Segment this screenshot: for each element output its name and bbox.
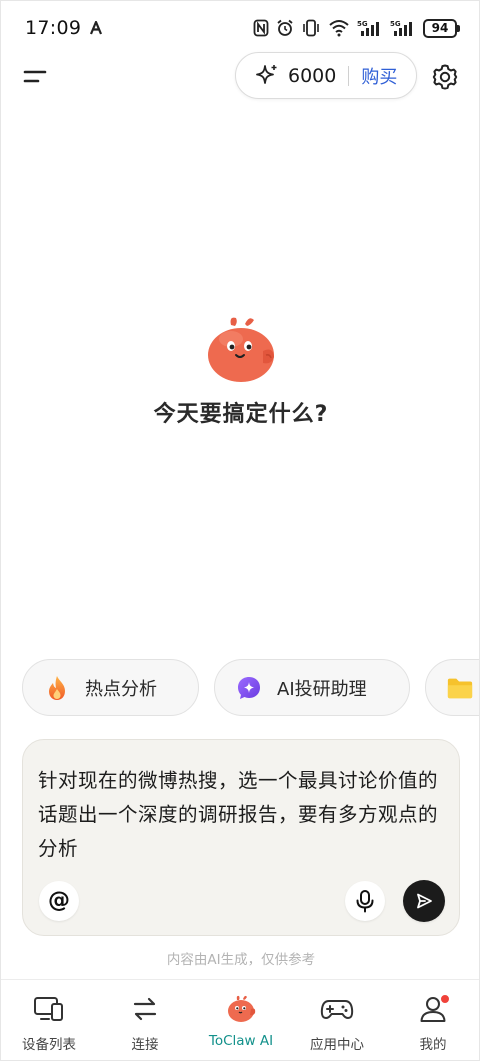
status-right: 5G 5G 94 — [253, 18, 460, 38]
wifi-icon — [328, 19, 350, 37]
app-notification-icon — [89, 21, 103, 35]
svg-text:5G: 5G — [357, 20, 368, 28]
at-icon: @ — [48, 888, 70, 913]
send-button[interactable] — [403, 880, 445, 922]
bottom-nav: 设备列表 连接 ToClaw AI 应用中心 我的 — [1, 979, 479, 1060]
status-time: 17:09 — [25, 17, 82, 39]
credits-pill[interactable]: 6000 购买 — [235, 52, 417, 99]
prompt-input-card: 针对现在的微博热搜，选一个最具讨论价值的话题出一个深度的调研报告，要有多方观点的… — [22, 739, 460, 936]
status-bar: 17:09 5G 5G 94 — [1, 1, 479, 55]
nav-app-center[interactable]: 应用中心 — [289, 994, 385, 1056]
nav-connect-label: 连接 — [131, 1037, 159, 1053]
nfc-icon — [253, 19, 269, 37]
hero-title: 今天要搞定什么? — [153, 402, 329, 427]
svg-text:5G: 5G — [390, 20, 401, 28]
chip-ai-research[interactable]: AI投研助理 — [214, 659, 410, 716]
credits-count: 6000 — [288, 64, 337, 87]
vibrate-icon — [301, 19, 321, 37]
settings-button[interactable] — [429, 61, 461, 93]
battery-indicator: 94 — [423, 18, 460, 38]
pill-divider — [348, 65, 350, 86]
signal-icon-sim2: 5G — [390, 19, 416, 37]
buy-button[interactable]: 购买 — [361, 63, 397, 89]
top-bar: 6000 购买 — [1, 51, 479, 101]
nav-devices-label: 设备列表 — [22, 1037, 76, 1053]
chip-ai-research-label: AI投研助理 — [277, 678, 367, 700]
prompt-input[interactable]: 针对现在的微博热搜，选一个最具讨论价值的话题出一个深度的调研报告，要有多方观点的… — [38, 764, 448, 866]
notification-badge — [440, 994, 450, 1004]
send-icon — [417, 893, 432, 909]
fire-icon — [43, 674, 71, 702]
chip-hot-topics[interactable]: 热点分析 — [22, 659, 199, 716]
nav-devices[interactable]: 设备列表 — [1, 994, 97, 1056]
gear-icon — [432, 64, 458, 90]
sparkle-icon — [254, 63, 280, 89]
sparkle-icon — [235, 674, 263, 702]
devices-icon — [32, 994, 66, 1024]
mention-button[interactable]: @ — [39, 881, 79, 921]
nav-toclaw-ai-label: ToClaw AI — [208, 1033, 274, 1049]
chip-files[interactable] — [425, 659, 479, 716]
gamepad-icon — [320, 994, 354, 1024]
nav-toclaw-ai[interactable]: ToClaw AI — [193, 994, 289, 1056]
suggestion-chips: 热点分析 AI投研助理 — [1, 658, 479, 718]
ai-disclaimer: 内容由AI生成，仅供参考 — [166, 952, 316, 968]
transfer-icon — [128, 994, 162, 1024]
mascot-icon — [224, 994, 258, 1024]
signal-icon-sim1: 5G — [357, 19, 383, 37]
folder-icon — [446, 674, 474, 702]
microphone-icon — [356, 890, 374, 913]
app-screen: 17:09 5G 5G 94 6000 购买 今天要搞定什么? 热点分析 AI投… — [0, 0, 480, 1061]
voice-input-button[interactable] — [345, 881, 385, 921]
nav-profile-label: 我的 — [419, 1037, 447, 1053]
chip-hot-topics-label: 热点分析 — [85, 678, 157, 700]
status-left: 17:09 — [25, 17, 103, 39]
nav-profile[interactable]: 我的 — [385, 994, 479, 1056]
nav-connect[interactable]: 连接 — [97, 994, 193, 1056]
nav-app-center-label: 应用中心 — [310, 1037, 364, 1053]
menu-button[interactable] — [19, 62, 51, 90]
menu-icon — [23, 70, 47, 83]
alarm-icon — [276, 19, 294, 37]
mascot-image — [201, 313, 281, 385]
